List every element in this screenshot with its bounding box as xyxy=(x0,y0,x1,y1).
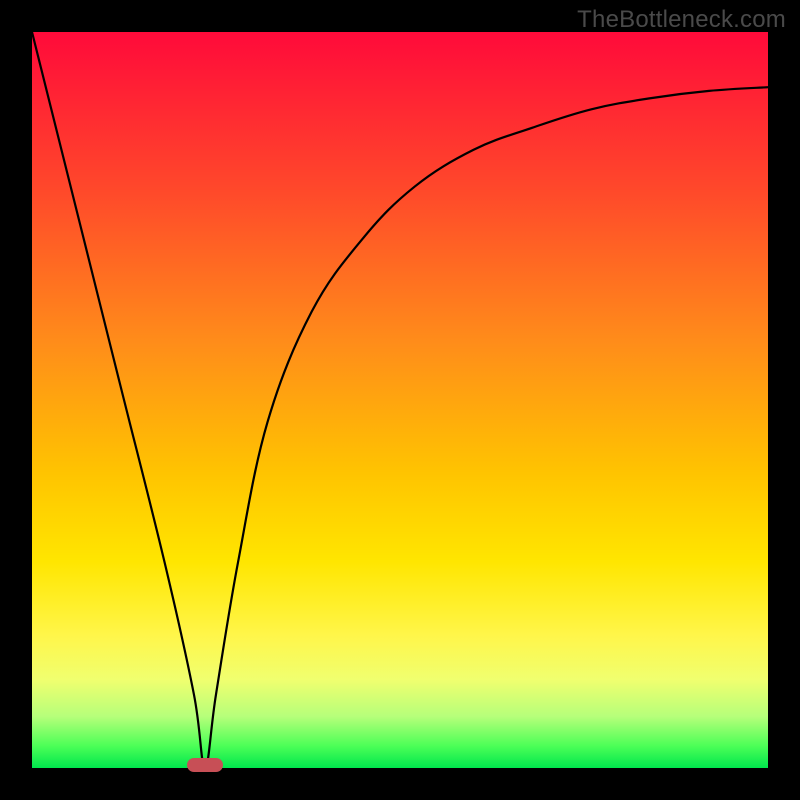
watermark-text: TheBottleneck.com xyxy=(577,6,786,34)
bottleneck-curve xyxy=(32,32,768,768)
plot-area xyxy=(32,32,768,768)
chart-frame: TheBottleneck.com xyxy=(0,0,800,800)
trough-marker xyxy=(187,758,223,772)
